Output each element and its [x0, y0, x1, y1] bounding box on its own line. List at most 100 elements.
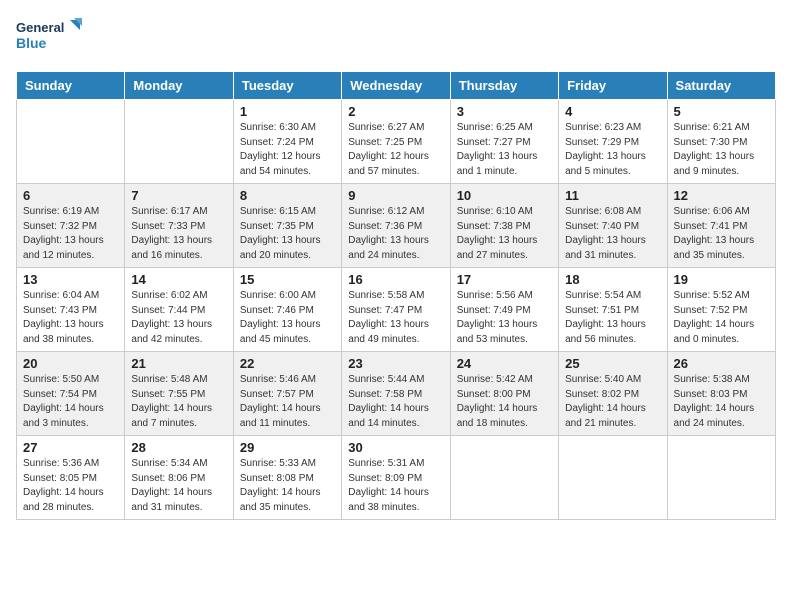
day-info: Sunrise: 5:38 AM Sunset: 8:03 PM Dayligh…: [674, 373, 769, 431]
calendar-week-row: 27 Sunrise: 5:36 AM Sunset: 8:05 PM Dayli…: [17, 436, 776, 520]
calendar-cell: 1Sunrise: 6:30 AM Sunset: 7:24 PM Daylig…: [233, 100, 341, 184]
day-number: 16: [348, 272, 443, 287]
day-info: Sunrise: 5:44 AM Sunset: 7:58 PM Dayligh…: [348, 373, 443, 431]
logo: General Blue: [16, 16, 86, 63]
weekday-header-tuesday: Tuesday: [233, 72, 341, 100]
calendar-cell: 10 Sunrise: 6:10 AM Sunset: 7:38 PM Dayli…: [450, 184, 558, 268]
day-info: Sunrise: 6:06 AM Sunset: 7:41 PM Dayligh…: [674, 205, 769, 263]
page-header: General Blue: [16, 16, 776, 63]
day-info: Sunrise: 5:34 AM Sunset: 8:06 PM Dayligh…: [131, 457, 226, 515]
calendar-cell: 6 Sunrise: 6:19 AM Sunset: 7:32 PM Daylig…: [17, 184, 125, 268]
day-info: Sunrise: 5:36 AM Sunset: 8:05 PM Dayligh…: [23, 457, 118, 515]
calendar-cell: 18 Sunrise: 5:54 AM Sunset: 7:51 PM Dayli…: [559, 268, 667, 352]
day-info: Sunrise: 5:56 AM Sunset: 7:49 PM Dayligh…: [457, 289, 552, 347]
day-info: Sunrise: 6:30 AM Sunset: 7:24 PM Dayligh…: [240, 121, 335, 179]
day-number: 28: [131, 440, 226, 455]
calendar-cell: 24Sunrise: 5:42 AM Sunset: 8:00 PM Dayli…: [450, 352, 558, 436]
day-info: Sunrise: 6:08 AM Sunset: 7:40 PM Dayligh…: [565, 205, 660, 263]
day-number: 29: [240, 440, 335, 455]
calendar-cell: 5Sunrise: 6:21 AM Sunset: 7:30 PM Daylig…: [667, 100, 775, 184]
day-number: 5: [674, 104, 769, 119]
day-info: Sunrise: 6:02 AM Sunset: 7:44 PM Dayligh…: [131, 289, 226, 347]
day-number: 8: [240, 188, 335, 203]
day-info: Sunrise: 6:17 AM Sunset: 7:33 PM Dayligh…: [131, 205, 226, 263]
svg-text:Blue: Blue: [16, 35, 47, 51]
calendar-cell: [450, 436, 558, 520]
day-info: Sunrise: 5:46 AM Sunset: 7:57 PM Dayligh…: [240, 373, 335, 431]
weekday-header-wednesday: Wednesday: [342, 72, 450, 100]
calendar-cell: [559, 436, 667, 520]
day-info: Sunrise: 5:58 AM Sunset: 7:47 PM Dayligh…: [348, 289, 443, 347]
day-number: 12: [674, 188, 769, 203]
day-info: Sunrise: 6:19 AM Sunset: 7:32 PM Dayligh…: [23, 205, 118, 263]
logo-svg: General Blue: [16, 16, 86, 63]
calendar-cell: 21Sunrise: 5:48 AM Sunset: 7:55 PM Dayli…: [125, 352, 233, 436]
calendar-cell: 9 Sunrise: 6:12 AM Sunset: 7:36 PM Daylig…: [342, 184, 450, 268]
day-number: 6: [23, 188, 118, 203]
calendar-cell: 19Sunrise: 5:52 AM Sunset: 7:52 PM Dayli…: [667, 268, 775, 352]
day-info: Sunrise: 6:10 AM Sunset: 7:38 PM Dayligh…: [457, 205, 552, 263]
calendar-week-row: 1Sunrise: 6:30 AM Sunset: 7:24 PM Daylig…: [17, 100, 776, 184]
weekday-header-sunday: Sunday: [17, 72, 125, 100]
calendar-cell: 25 Sunrise: 5:40 AM Sunset: 8:02 PM Dayli…: [559, 352, 667, 436]
day-info: Sunrise: 6:25 AM Sunset: 7:27 PM Dayligh…: [457, 121, 552, 179]
day-info: Sunrise: 6:00 AM Sunset: 7:46 PM Dayligh…: [240, 289, 335, 347]
calendar-cell: 15 Sunrise: 6:00 AM Sunset: 7:46 PM Dayli…: [233, 268, 341, 352]
day-number: 7: [131, 188, 226, 203]
calendar-cell: 27 Sunrise: 5:36 AM Sunset: 8:05 PM Dayli…: [17, 436, 125, 520]
calendar-table: SundayMondayTuesdayWednesdayThursdayFrid…: [16, 71, 776, 520]
calendar-header-row: SundayMondayTuesdayWednesdayThursdayFrid…: [17, 72, 776, 100]
day-info: Sunrise: 6:23 AM Sunset: 7:29 PM Dayligh…: [565, 121, 660, 179]
calendar-cell: 11 Sunrise: 6:08 AM Sunset: 7:40 PM Dayli…: [559, 184, 667, 268]
day-number: 3: [457, 104, 552, 119]
day-number: 20: [23, 356, 118, 371]
weekday-header-friday: Friday: [559, 72, 667, 100]
day-number: 30: [348, 440, 443, 455]
calendar-cell: 4Sunrise: 6:23 AM Sunset: 7:29 PM Daylig…: [559, 100, 667, 184]
calendar-cell: 2 Sunrise: 6:27 AM Sunset: 7:25 PM Daylig…: [342, 100, 450, 184]
day-number: 15: [240, 272, 335, 287]
day-info: Sunrise: 5:31 AM Sunset: 8:09 PM Dayligh…: [348, 457, 443, 515]
calendar-cell: 22 Sunrise: 5:46 AM Sunset: 7:57 PM Dayli…: [233, 352, 341, 436]
day-number: 22: [240, 356, 335, 371]
day-number: 25: [565, 356, 660, 371]
calendar-cell: 17 Sunrise: 5:56 AM Sunset: 7:49 PM Dayli…: [450, 268, 558, 352]
day-info: Sunrise: 5:40 AM Sunset: 8:02 PM Dayligh…: [565, 373, 660, 431]
calendar-cell: [125, 100, 233, 184]
calendar-week-row: 13 Sunrise: 6:04 AM Sunset: 7:43 PM Dayli…: [17, 268, 776, 352]
day-number: 23: [348, 356, 443, 371]
calendar-cell: 14Sunrise: 6:02 AM Sunset: 7:44 PM Dayli…: [125, 268, 233, 352]
day-info: Sunrise: 5:54 AM Sunset: 7:51 PM Dayligh…: [565, 289, 660, 347]
day-number: 9: [348, 188, 443, 203]
weekday-header-thursday: Thursday: [450, 72, 558, 100]
calendar-cell: 12 Sunrise: 6:06 AM Sunset: 7:41 PM Dayli…: [667, 184, 775, 268]
calendar-week-row: 6 Sunrise: 6:19 AM Sunset: 7:32 PM Daylig…: [17, 184, 776, 268]
day-info: Sunrise: 6:27 AM Sunset: 7:25 PM Dayligh…: [348, 121, 443, 179]
calendar-cell: 30 Sunrise: 5:31 AM Sunset: 8:09 PM Dayli…: [342, 436, 450, 520]
calendar-cell: [17, 100, 125, 184]
day-info: Sunrise: 5:50 AM Sunset: 7:54 PM Dayligh…: [23, 373, 118, 431]
calendar-cell: 23 Sunrise: 5:44 AM Sunset: 7:58 PM Dayli…: [342, 352, 450, 436]
day-info: Sunrise: 6:04 AM Sunset: 7:43 PM Dayligh…: [23, 289, 118, 347]
calendar-cell: 7 Sunrise: 6:17 AM Sunset: 7:33 PM Daylig…: [125, 184, 233, 268]
day-info: Sunrise: 5:52 AM Sunset: 7:52 PM Dayligh…: [674, 289, 769, 347]
day-number: 2: [348, 104, 443, 119]
day-number: 18: [565, 272, 660, 287]
calendar-cell: 13 Sunrise: 6:04 AM Sunset: 7:43 PM Dayli…: [17, 268, 125, 352]
day-number: 10: [457, 188, 552, 203]
day-number: 24: [457, 356, 552, 371]
day-info: Sunrise: 5:33 AM Sunset: 8:08 PM Dayligh…: [240, 457, 335, 515]
day-number: 27: [23, 440, 118, 455]
day-number: 13: [23, 272, 118, 287]
svg-text:General: General: [16, 20, 64, 35]
weekday-header-monday: Monday: [125, 72, 233, 100]
calendar-cell: 3 Sunrise: 6:25 AM Sunset: 7:27 PM Daylig…: [450, 100, 558, 184]
weekday-header-saturday: Saturday: [667, 72, 775, 100]
day-number: 11: [565, 188, 660, 203]
calendar-cell: 20 Sunrise: 5:50 AM Sunset: 7:54 PM Dayli…: [17, 352, 125, 436]
calendar-cell: 29 Sunrise: 5:33 AM Sunset: 8:08 PM Dayli…: [233, 436, 341, 520]
day-info: Sunrise: 6:12 AM Sunset: 7:36 PM Dayligh…: [348, 205, 443, 263]
day-number: 17: [457, 272, 552, 287]
calendar-cell: 28 Sunrise: 5:34 AM Sunset: 8:06 PM Dayli…: [125, 436, 233, 520]
calendar-week-row: 20 Sunrise: 5:50 AM Sunset: 7:54 PM Dayli…: [17, 352, 776, 436]
